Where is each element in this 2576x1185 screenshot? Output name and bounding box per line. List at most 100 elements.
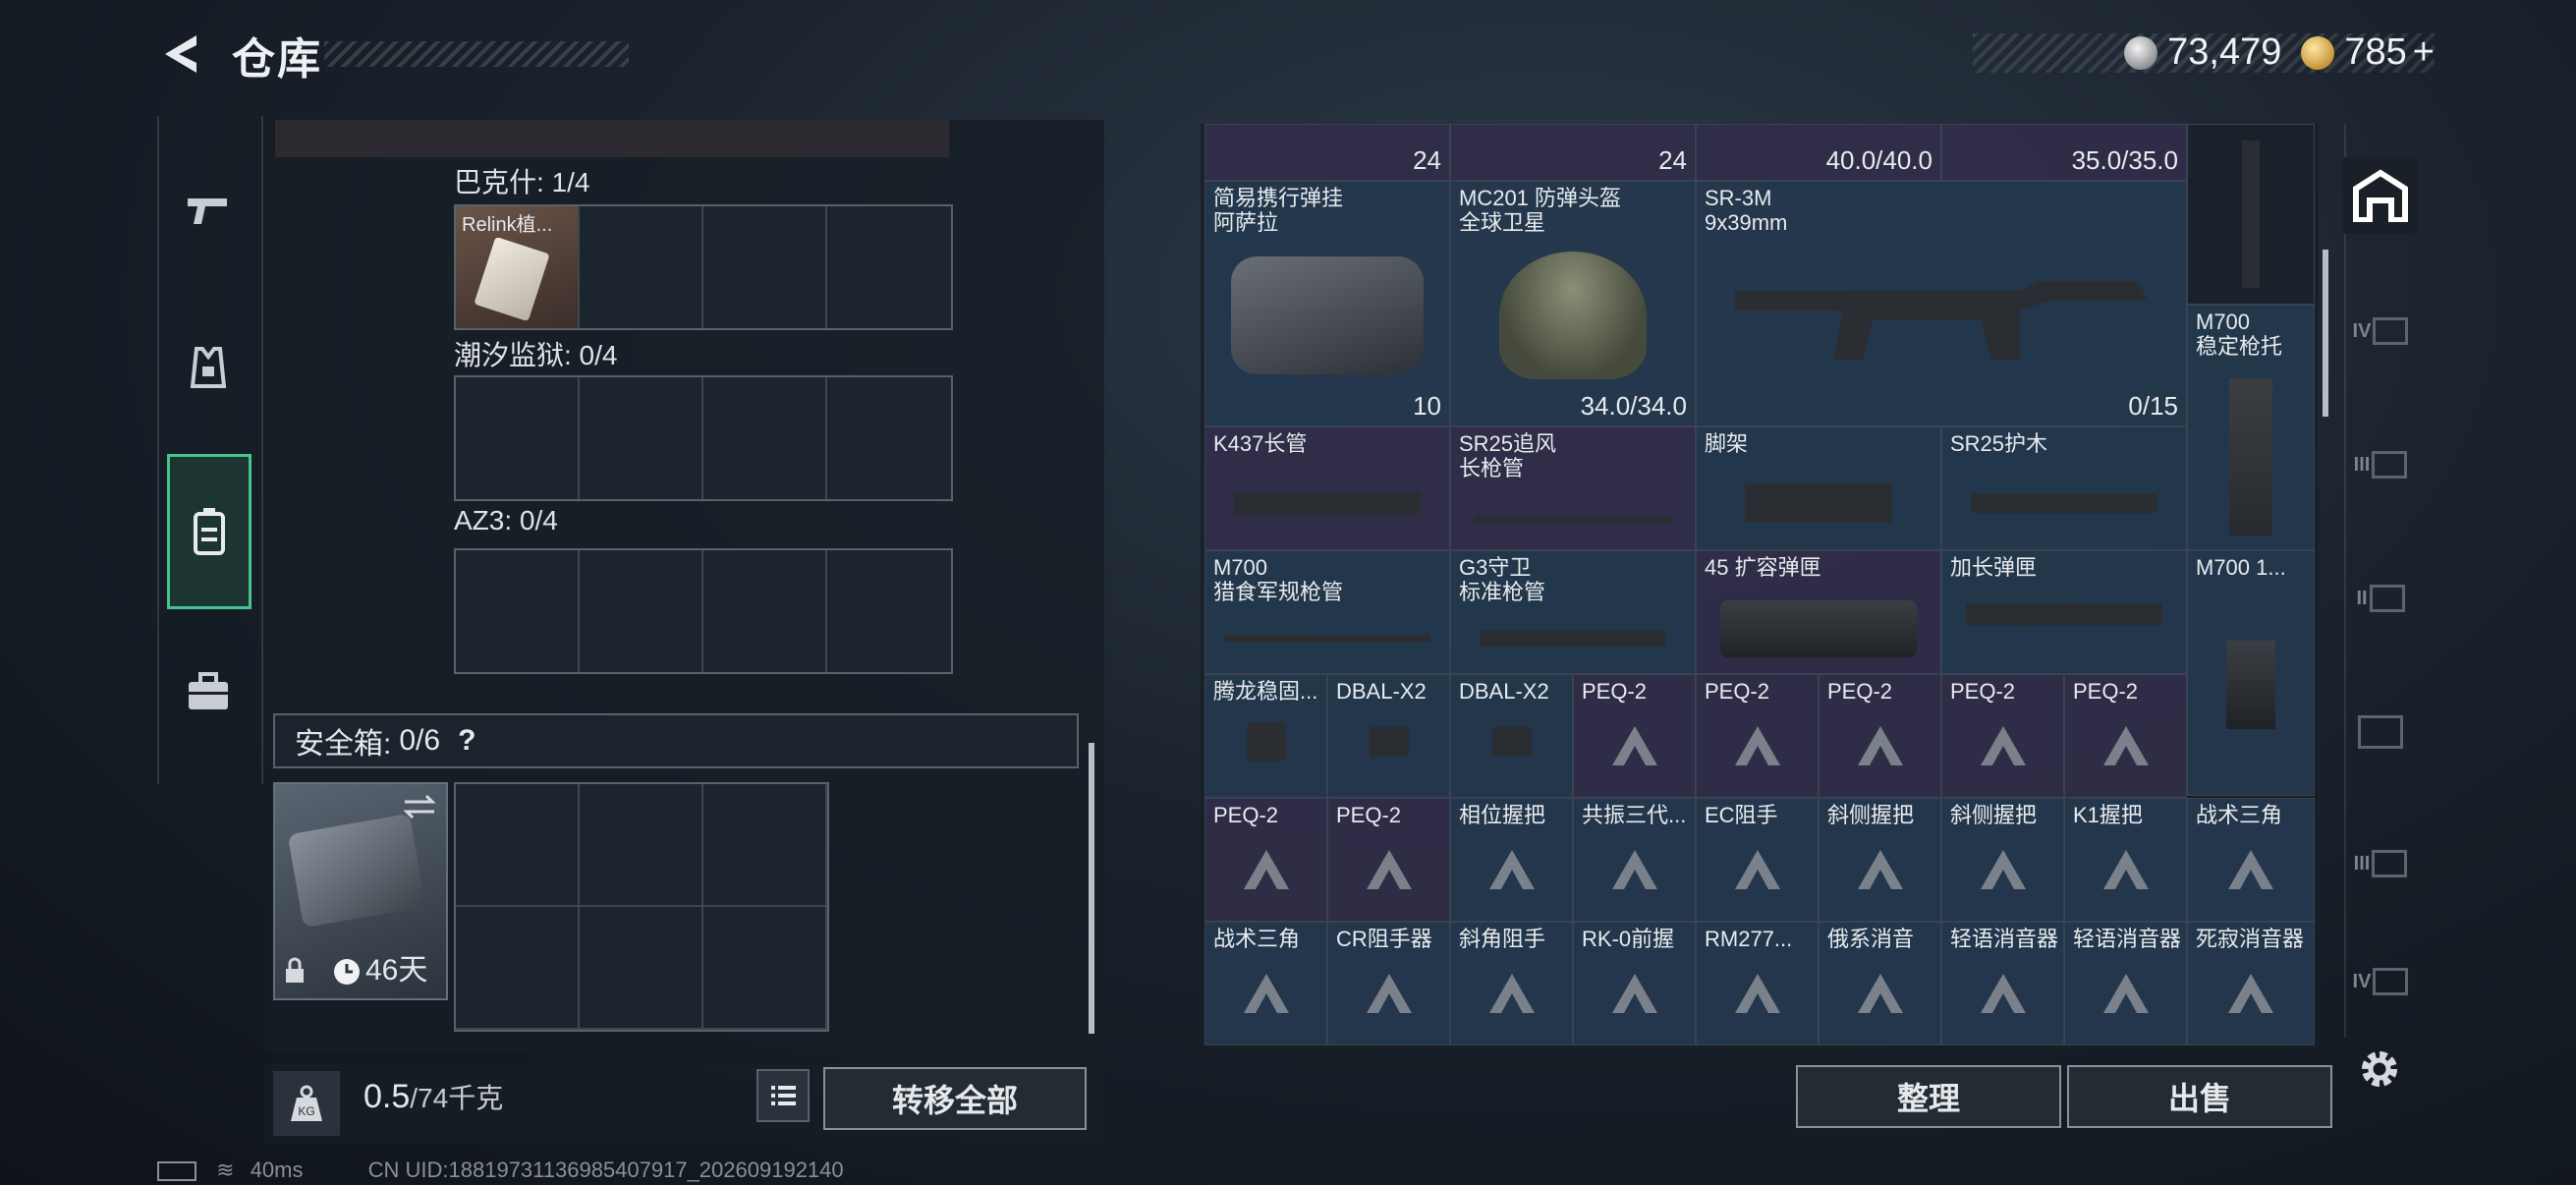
stash-item-small[interactable]: 斜侧握把 xyxy=(1941,798,2064,922)
stash-item-small[interactable]: RK-0前握 xyxy=(1573,922,1696,1045)
add-currency-button[interactable]: + xyxy=(2413,31,2435,73)
list-icon xyxy=(771,1086,796,1105)
backpack-icon xyxy=(194,508,225,555)
stash-item-small[interactable]: 战术三角 xyxy=(2187,798,2315,922)
stash-item-small[interactable]: 战术三角 xyxy=(1204,922,1327,1045)
stash-item-small[interactable]: 俄系消音 xyxy=(1819,922,1941,1045)
bag-slot[interactable] xyxy=(580,206,703,328)
stash-item-small[interactable]: RM277... xyxy=(1696,922,1819,1045)
stash-item-small[interactable]: 轻语消音器 xyxy=(1941,922,2064,1045)
nav-gear[interactable] xyxy=(167,320,250,415)
safe-slot[interactable] xyxy=(703,784,827,907)
bag-slot[interactable] xyxy=(580,377,703,499)
stash-item-small[interactable]: 共振三代... xyxy=(1573,798,1696,922)
stash-item-sr3m[interactable]: SR-3M 9x39mm 0/15 xyxy=(1696,181,2187,426)
list-view-button[interactable] xyxy=(756,1069,810,1122)
stash-item-small[interactable]: PEQ-2 xyxy=(1327,798,1450,922)
sort-button[interactable]: 整理 xyxy=(1796,1065,2061,1128)
bag-slot[interactable] xyxy=(703,550,827,672)
stash-item-g3-barrel[interactable]: G3守卫 标准枪管 xyxy=(1450,550,1696,674)
stash-tab-6[interactable]: IV xyxy=(2342,943,2419,1020)
sell-button[interactable]: 出售 xyxy=(2067,1065,2332,1128)
bag-slot[interactable] xyxy=(827,377,951,499)
bag-row-label: AZ3: 0/4 xyxy=(454,505,558,536)
stash-item-small[interactable]: PEQ-2 xyxy=(1819,674,1941,798)
bag-slot[interactable] xyxy=(456,377,580,499)
stash-cell-clipped[interactable]: 35.0/35.0 xyxy=(1941,124,2187,181)
left-scrollbar[interactable] xyxy=(1089,743,1094,1034)
safe-slot[interactable] xyxy=(456,784,580,907)
gold-currency[interactable]: 785 + xyxy=(2301,31,2435,74)
stash-item-small[interactable]: PEQ-2 xyxy=(1573,674,1696,798)
stash-item-small[interactable]: PEQ-2 xyxy=(1696,674,1819,798)
bag-slot[interactable] xyxy=(456,550,580,672)
unknown-item-icon xyxy=(1488,849,1535,889)
safe-slot[interactable] xyxy=(580,907,703,1030)
unknown-item-icon xyxy=(2228,849,2273,889)
bag-slot[interactable]: Relink植... xyxy=(456,206,580,328)
stash-item-helmet[interactable]: MC201 防弹头盔 全球卫星 34.0/34.0 xyxy=(1450,181,1696,426)
stash-item-small[interactable]: PEQ-2 xyxy=(2064,674,2187,798)
safe-slot[interactable] xyxy=(703,907,827,1030)
stash-item-small[interactable]: 相位握把 xyxy=(1450,798,1573,922)
unknown-item-icon xyxy=(2102,973,2149,1013)
unknown-item-icon xyxy=(1980,725,2026,765)
bag-slot[interactable] xyxy=(703,377,827,499)
stash-item-m700-magazine[interactable]: M700 1... xyxy=(2187,550,2315,796)
stash-item-small[interactable]: DBAL-X2 xyxy=(1327,674,1450,798)
nav-backpack[interactable] xyxy=(167,454,252,609)
stash-cell-clipped[interactable]: 24 xyxy=(1204,124,1450,181)
stash-item-small[interactable]: 死寂消音器 xyxy=(2187,922,2315,1045)
transfer-all-button[interactable]: 转移全部 xyxy=(823,1067,1087,1130)
bag-slot[interactable] xyxy=(580,550,703,672)
stash-item-clipped[interactable] xyxy=(2187,124,2315,305)
safe-box-item[interactable]: 46天 xyxy=(273,782,448,1000)
stash-item-m700-stock[interactable]: M700 稳定枪托 xyxy=(2187,305,2315,550)
stash-item-sr25-handguard[interactable]: SR25护木 xyxy=(1941,426,2187,550)
stash-item-small[interactable]: K1握把 xyxy=(2064,798,2187,922)
stash-item-chest-rig[interactable]: 简易携行弹挂 阿萨拉 10 xyxy=(1204,181,1450,426)
nav-weapons[interactable] xyxy=(167,163,250,257)
stash-item-small[interactable]: 斜侧握把 xyxy=(1819,798,1941,922)
stash-item-small[interactable]: DBAL-X2 xyxy=(1450,674,1573,798)
bag-slot[interactable] xyxy=(827,206,951,328)
stash-tab-1[interactable]: IV xyxy=(2342,293,2419,369)
safe-slot[interactable] xyxy=(580,784,703,907)
nav-case[interactable] xyxy=(167,645,250,739)
back-arrow-icon[interactable] xyxy=(157,29,202,79)
stash-item-k437-barrel[interactable]: K437长管 xyxy=(1204,426,1450,550)
stash-tab-home[interactable] xyxy=(2342,157,2419,234)
stash-item-45-magazine[interactable]: 45 扩容弹匣 xyxy=(1696,550,1941,674)
stash-item-small[interactable]: 斜角阻手 xyxy=(1450,922,1573,1045)
help-icon[interactable]: ? xyxy=(458,724,476,758)
stash-scrollbar[interactable] xyxy=(2323,250,2328,417)
stash-item-extended-magazine[interactable]: 加长弹匣 xyxy=(1941,550,2187,674)
unknown-item-icon xyxy=(1611,849,1657,889)
stash-cell-clipped[interactable]: 40.0/40.0 xyxy=(1696,124,1941,181)
bag-slot[interactable] xyxy=(703,206,827,328)
safe-slot[interactable] xyxy=(456,907,580,1030)
stash-tab-3[interactable]: II xyxy=(2342,560,2419,637)
swap-icon[interactable] xyxy=(403,792,436,821)
stash-item-m700-barrel[interactable]: M700 猎食军规枪管 xyxy=(1204,550,1450,674)
settings-gear-icon[interactable] xyxy=(2354,1044,2405,1095)
stash-item-sr25-barrel[interactable]: SR25追风 长枪管 xyxy=(1450,426,1696,550)
stash-item-small[interactable]: 轻语消音器 xyxy=(2064,922,2187,1045)
stash-tab-5[interactable]: III xyxy=(2342,825,2419,902)
stash-item-small[interactable]: CR阻手器 xyxy=(1327,922,1450,1045)
unknown-item-icon xyxy=(1243,973,1289,1013)
clipped-row-top xyxy=(275,120,949,157)
unknown-item-icon xyxy=(1611,725,1657,765)
unknown-item-icon xyxy=(1857,973,1903,1013)
stash-item-small[interactable]: 腾龙稳固... xyxy=(1204,674,1327,798)
stash-tab-4[interactable] xyxy=(2342,694,2419,770)
stash-tab-2[interactable]: III xyxy=(2342,426,2419,503)
stash-cell-clipped[interactable]: 24 xyxy=(1450,124,1696,181)
stash-item-bipod[interactable]: 脚架 xyxy=(1696,426,1941,550)
bag-slot[interactable] xyxy=(827,550,951,672)
unknown-item-icon xyxy=(2228,973,2273,1013)
stash-item-small[interactable]: EC阻手 xyxy=(1696,798,1819,922)
stash-item-small[interactable]: PEQ-2 xyxy=(1941,674,2064,798)
stash-item-small[interactable]: PEQ-2 xyxy=(1204,798,1327,922)
safe-box-days: 46天 xyxy=(365,954,428,987)
